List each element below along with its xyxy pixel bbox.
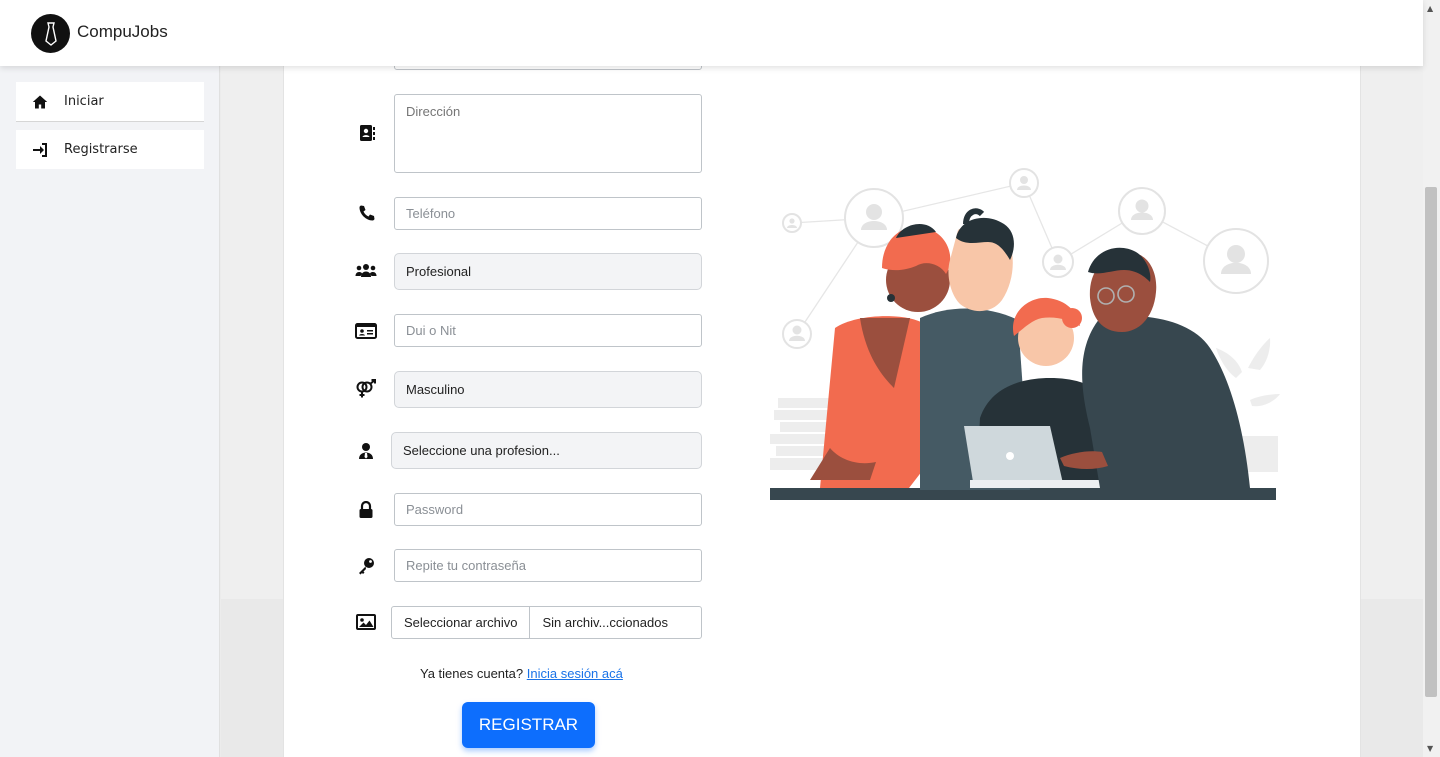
venus-mars-icon bbox=[355, 378, 377, 400]
dui-nit-placeholder: Dui o Nit bbox=[406, 323, 456, 338]
id-card-icon bbox=[355, 320, 377, 342]
password-placeholder: Password bbox=[406, 502, 464, 517]
dui-nit-input[interactable]: Dui o Nit bbox=[394, 314, 702, 347]
choose-file-button[interactable]: Seleccionar archivo bbox=[392, 607, 531, 638]
login-prompt-text: Ya tienes cuenta? bbox=[420, 666, 524, 681]
scroll-up-arrow-icon[interactable]: ▲ bbox=[1427, 4, 1433, 13]
sidebar-item-label: Registrarse bbox=[64, 142, 138, 157]
scrollbar-thumb[interactable] bbox=[1425, 187, 1437, 697]
login-prompt: Ya tienes cuenta? Inicia sesión acá bbox=[420, 666, 623, 681]
file-name-label: Sin archiv...ccionados bbox=[542, 615, 668, 630]
user-type-select[interactable]: Profesional bbox=[394, 253, 702, 290]
gender-select[interactable]: Masculino bbox=[394, 371, 702, 408]
address-input[interactable] bbox=[394, 94, 702, 173]
repeat-password-input[interactable]: Repite tu contraseña bbox=[394, 549, 702, 582]
sidebar-item-label: Iniciar bbox=[64, 94, 104, 109]
sign-in-icon bbox=[32, 142, 48, 158]
user-tie-icon bbox=[355, 440, 377, 462]
phone-placeholder: Teléfono bbox=[406, 206, 456, 221]
profession-value: Seleccione una profesion... bbox=[403, 443, 560, 458]
sidebar: Iniciar Registrarse bbox=[0, 66, 220, 757]
address-book-icon bbox=[356, 122, 378, 144]
logo-icon[interactable] bbox=[31, 14, 70, 53]
profession-select[interactable]: Seleccione una profesion... bbox=[391, 432, 702, 469]
register-button[interactable]: REGISTRAR bbox=[462, 702, 595, 748]
phone-input[interactable]: Teléfono bbox=[394, 197, 702, 230]
users-icon bbox=[355, 260, 377, 282]
sidebar-divider bbox=[16, 121, 204, 122]
phone-icon bbox=[356, 202, 378, 224]
image-icon bbox=[355, 611, 377, 633]
sidebar-item-iniciar[interactable]: Iniciar bbox=[16, 82, 204, 121]
password-input[interactable]: Password bbox=[394, 493, 702, 526]
file-input[interactable]: Seleccionar archivo Sin archiv...ccionad… bbox=[391, 606, 702, 639]
login-link[interactable]: Inicia sesión acá bbox=[527, 666, 623, 681]
home-icon bbox=[32, 94, 48, 110]
sidebar-item-registrarse[interactable]: Registrarse bbox=[16, 130, 204, 169]
user-type-value: Profesional bbox=[406, 264, 472, 279]
repeat-password-placeholder: Repite tu contraseña bbox=[406, 558, 526, 573]
team-illustration bbox=[770, 168, 1280, 500]
lock-icon bbox=[355, 499, 377, 521]
key-icon bbox=[355, 555, 377, 577]
scroll-down-arrow-icon[interactable]: ▼ bbox=[1427, 744, 1433, 753]
brand-name[interactable]: CompuJobs bbox=[77, 22, 168, 42]
top-navbar: CompuJobs bbox=[0, 0, 1423, 66]
gender-value: Masculino bbox=[406, 382, 465, 397]
